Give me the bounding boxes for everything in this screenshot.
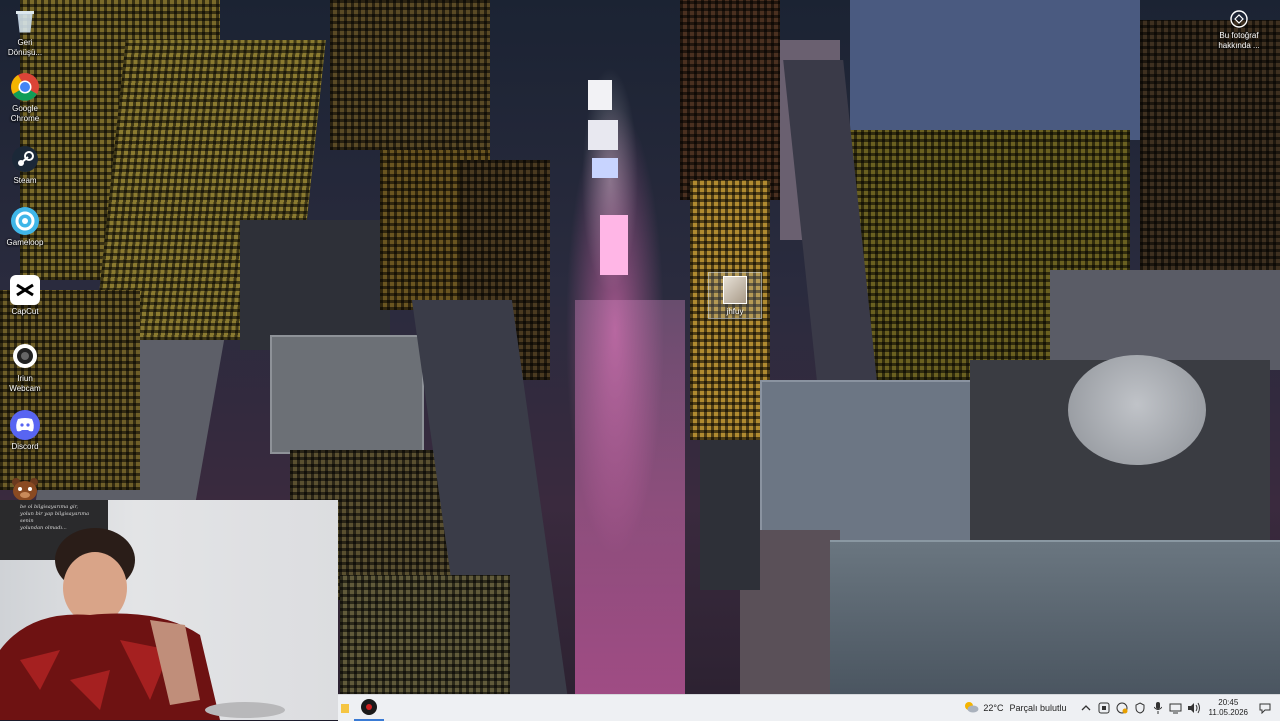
desktop-icon-label: CapCut — [11, 307, 39, 316]
microphone-icon[interactable] — [1151, 701, 1165, 715]
webcam-overlay: be ol bilgisayarıma gir, yolun bir yap b… — [0, 500, 338, 720]
billboard — [588, 120, 618, 150]
about-photo-button[interactable]: Bu fotoğraf hakkında ... — [1208, 10, 1270, 51]
desktop-file-jhfuy[interactable]: jhfuy — [708, 272, 762, 319]
desktop-icon-label: Iriun Webcam — [9, 374, 41, 393]
tray-status-icon[interactable] — [1115, 701, 1129, 715]
taskbar: 22°C Parçalı bulutlu 20:45 11.05.2026 — [338, 694, 1280, 721]
taskbar-app-folder-icon[interactable] — [338, 701, 352, 715]
rooftop-dome — [1068, 355, 1206, 465]
desktop-icon-capcut[interactable]: CapCut — [2, 275, 48, 317]
building — [760, 380, 984, 544]
desktop-icon-google-chrome[interactable]: Google Chrome — [2, 72, 48, 124]
taskbar-app-obs[interactable] — [354, 695, 384, 721]
weather-temp: 22°C — [983, 703, 1004, 713]
partly-cloudy-icon — [963, 701, 979, 715]
billboard — [588, 80, 612, 110]
webcam-icon — [10, 342, 40, 372]
steam-icon — [10, 144, 40, 174]
desktop-file-label: jhfuy — [726, 307, 744, 316]
building — [240, 220, 390, 350]
building — [270, 335, 424, 454]
clock-time: 20:45 — [1218, 698, 1239, 707]
desktop-icon-gameloop[interactable]: Gameloop — [2, 206, 48, 248]
desktop-icon-iriun-webcam[interactable]: Iriun Webcam — [2, 342, 48, 394]
building — [340, 575, 510, 695]
tray-shield-icon[interactable] — [1133, 701, 1147, 715]
billboard — [600, 215, 628, 275]
building — [700, 440, 760, 590]
desktop-icon-discord[interactable]: Discord — [2, 410, 48, 452]
obs-icon — [361, 699, 377, 715]
building — [330, 0, 490, 150]
desktop-icon-label: Google Chrome — [10, 104, 40, 123]
desktop-icon-label: Geri Dönüşü... — [7, 38, 43, 57]
desktop-icon-label: Gameloop — [6, 238, 44, 247]
building — [830, 540, 1280, 696]
about-photo-label: Bu fotoğraf hakkında ... — [1218, 31, 1260, 50]
volume-icon[interactable] — [1187, 701, 1201, 715]
recycle-bin-icon — [10, 6, 40, 36]
desktop-icon-recycle-bin[interactable]: Geri Dönüşü... — [2, 6, 48, 58]
notification-icon[interactable] — [1258, 701, 1272, 715]
building — [1050, 270, 1280, 370]
person-silhouette — [0, 528, 285, 720]
clock-date: 11.05.2026 — [1208, 708, 1248, 717]
chevron-up-icon[interactable] — [1079, 701, 1093, 715]
network-icon[interactable] — [1169, 701, 1183, 715]
weather-widget[interactable]: 22°C Parçalı bulutlu — [963, 701, 1067, 715]
building — [680, 0, 780, 200]
image-file-icon — [723, 276, 747, 304]
weather-condition: Parçalı bulutlu — [1009, 703, 1067, 713]
building — [850, 0, 1140, 140]
gameloop-icon — [10, 206, 40, 236]
desktop-icon-label: Discord — [11, 442, 39, 451]
discord-icon — [10, 410, 40, 440]
building — [1140, 20, 1280, 280]
clock[interactable]: 20:45 11.05.2026 — [1209, 698, 1248, 718]
chrome-icon — [10, 72, 40, 102]
desktop-icon-label: Steam — [13, 176, 37, 185]
capcut-icon — [10, 275, 40, 305]
desktop-icon-steam[interactable]: Steam — [2, 144, 48, 186]
info-icon — [1230, 10, 1248, 28]
billboard — [592, 158, 618, 178]
street — [575, 300, 685, 700]
tray-app-icon[interactable] — [1097, 701, 1111, 715]
